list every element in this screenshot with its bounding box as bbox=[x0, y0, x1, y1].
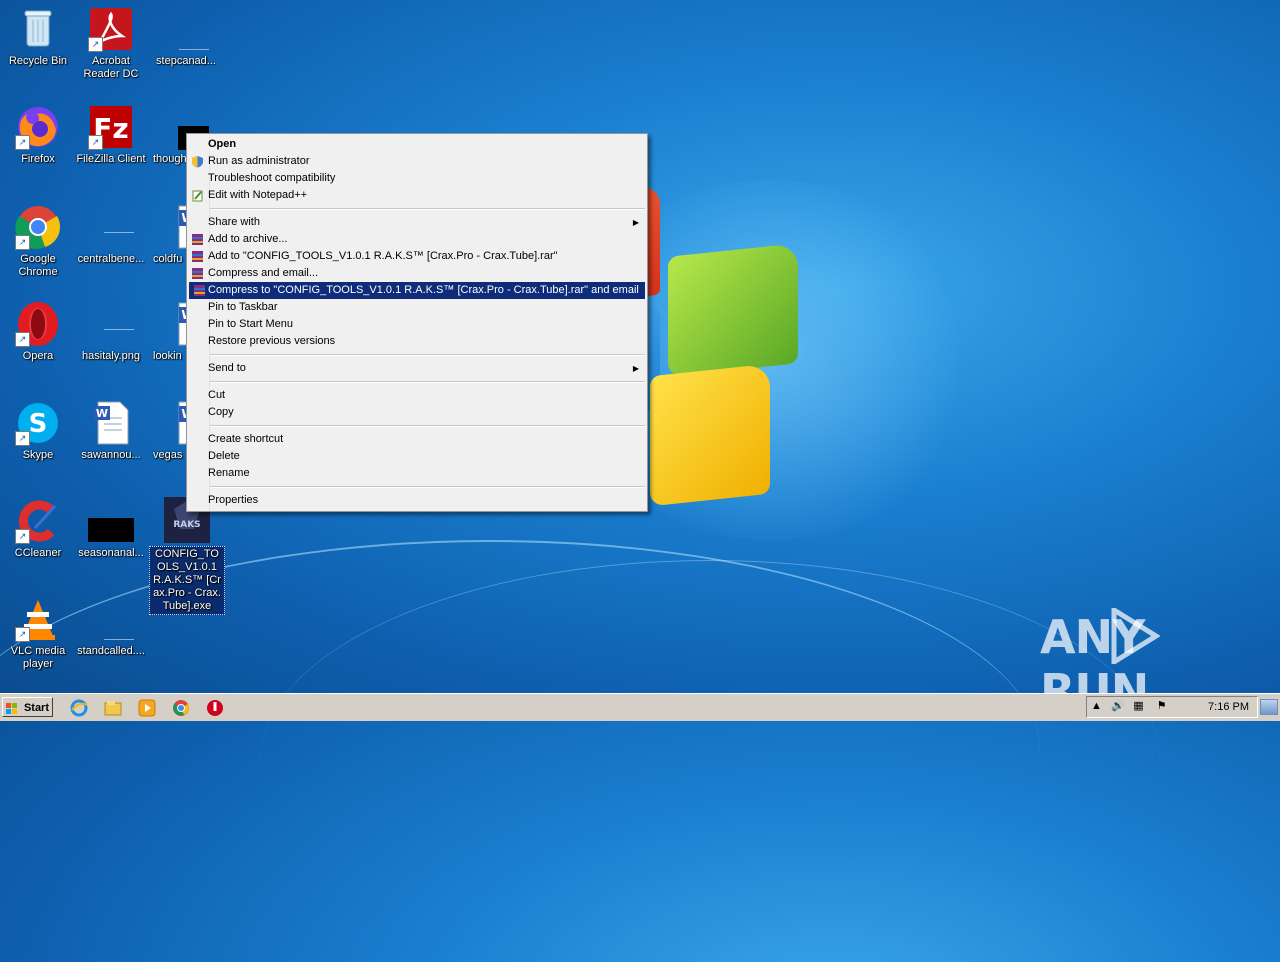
menu-item-send-to[interactable]: Send to ▶ bbox=[187, 360, 647, 377]
desktop-icon-sawannou[interactable]: W sawannou... bbox=[73, 400, 149, 462]
skype-icon: S ↗ bbox=[15, 400, 61, 446]
menu-item-properties[interactable]: Properties bbox=[187, 492, 647, 509]
chrome-icon[interactable] bbox=[172, 699, 190, 717]
action-center-flag-icon[interactable]: ⚑ bbox=[1155, 700, 1168, 713]
submenu-arrow-icon: ▶ bbox=[632, 218, 639, 227]
desktop-icon-seasonanal[interactable]: seasonanal... bbox=[73, 498, 149, 560]
menu-item-compress-and-email[interactable]: Compress and email... bbox=[187, 265, 647, 282]
menu-item-open[interactable]: Open bbox=[187, 136, 647, 153]
menu-item-cut[interactable]: Cut bbox=[187, 387, 647, 404]
menu-item-restore-previous-versions[interactable]: Restore previous versions bbox=[187, 333, 647, 350]
filezilla-icon: Fz ↗ bbox=[88, 104, 134, 150]
firefox-icon: ↗ bbox=[15, 104, 61, 150]
menu-item-edit-notepadpp[interactable]: Edit with Notepad++ bbox=[187, 187, 647, 204]
desktop-icon-centralbene[interactable]: centralbene... bbox=[73, 204, 149, 266]
media-player-icon[interactable] bbox=[138, 699, 156, 717]
ie-icon[interactable] bbox=[70, 699, 88, 717]
desktop-icon-skype[interactable]: S ↗ Skype bbox=[0, 400, 76, 462]
desktop-icon-config-tools[interactable]: RAKS CONFIG_TOOLS_V1.0.1 R.A.K.S™ [Crax.… bbox=[149, 497, 225, 615]
image-file-icon bbox=[88, 301, 134, 347]
desktop-icon-vlc[interactable]: ↗ VLC media player bbox=[0, 596, 76, 671]
context-menu: Open Run as administrator Troubleshoot c… bbox=[186, 133, 648, 512]
svg-text:W: W bbox=[96, 407, 108, 420]
desktop-icon-recycle-bin[interactable]: Recycle Bin bbox=[0, 6, 76, 68]
file-icon bbox=[163, 6, 209, 52]
start-button[interactable]: Start bbox=[2, 697, 53, 717]
menu-separator bbox=[209, 486, 645, 488]
winrar-icon bbox=[191, 267, 204, 280]
acrobat-icon: ↗ bbox=[88, 6, 134, 52]
menu-item-add-to-archive[interactable]: Add to archive... bbox=[187, 231, 647, 248]
menu-separator bbox=[209, 208, 645, 210]
antivirus-icon[interactable] bbox=[206, 699, 224, 717]
menu-item-delete[interactable]: Delete bbox=[187, 448, 647, 465]
desktop-icon-filezilla[interactable]: Fz ↗ FileZilla Client bbox=[73, 104, 149, 166]
desktop-icon-stepcanad[interactable]: stepcanad... bbox=[148, 6, 224, 68]
chrome-icon: ↗ bbox=[15, 204, 61, 250]
desktop-icon-firefox[interactable]: ↗ Firefox bbox=[0, 104, 76, 166]
desktop-icon-opera[interactable]: ↗ Opera bbox=[0, 301, 76, 363]
svg-text:RAKS: RAKS bbox=[173, 520, 200, 530]
menu-item-create-shortcut[interactable]: Create shortcut bbox=[187, 431, 647, 448]
menu-item-run-as-administrator[interactable]: Run as administrator bbox=[187, 153, 647, 170]
system-tray: ▲ 🔊 ▦ ⚑ 7:16 PM bbox=[1086, 696, 1258, 718]
winrar-icon bbox=[191, 233, 204, 246]
recycle-bin-icon bbox=[15, 6, 61, 52]
winrar-icon bbox=[191, 250, 204, 263]
word-document-icon: W bbox=[88, 400, 134, 446]
menu-item-compress-to-rar-and-email[interactable]: Compress to "CONFIG_TOOLS_V1.0.1 R.A.K.S… bbox=[189, 282, 645, 299]
play-logo-icon bbox=[1111, 608, 1160, 664]
menu-item-pin-to-taskbar[interactable]: Pin to Taskbar bbox=[187, 299, 647, 316]
clock[interactable]: 7:16 PM bbox=[1208, 697, 1249, 717]
menu-item-troubleshoot[interactable]: Troubleshoot compatibility bbox=[187, 170, 647, 187]
uac-shield-icon bbox=[191, 155, 204, 168]
desktop-icon-hasitaly[interactable]: hasitaly.png bbox=[73, 301, 149, 363]
menu-item-copy[interactable]: Copy bbox=[187, 404, 647, 421]
file-icon bbox=[88, 596, 134, 642]
menu-separator bbox=[209, 354, 645, 356]
network-icon[interactable]: ▦ bbox=[1132, 700, 1145, 713]
menu-item-add-to-rar[interactable]: Add to "CONFIG_TOOLS_V1.0.1 R.A.K.S™ [Cr… bbox=[187, 248, 647, 265]
show-hidden-icons-icon[interactable]: ▲ bbox=[1090, 700, 1103, 713]
desktop-icon-chrome[interactable]: ↗ Google Chrome bbox=[0, 204, 76, 279]
menu-item-share-with[interactable]: Share with ▶ bbox=[187, 214, 647, 231]
windows-logo-icon bbox=[6, 702, 18, 714]
notepadpp-icon bbox=[191, 189, 204, 202]
desktop-icon-ccleaner[interactable]: ↗ CCleaner bbox=[0, 498, 76, 560]
file-icon bbox=[88, 498, 134, 544]
volume-icon[interactable]: 🔊 bbox=[1111, 700, 1125, 713]
taskbar: Start ▲ 🔊 ▦ ⚑ 7:16 PM bbox=[0, 693, 1280, 721]
submenu-arrow-icon: ▶ bbox=[632, 364, 639, 373]
file-icon bbox=[88, 204, 134, 250]
winrar-icon bbox=[193, 284, 206, 297]
menu-item-rename[interactable]: Rename bbox=[187, 465, 647, 482]
vlc-icon: ↗ bbox=[15, 596, 61, 642]
desktop-icon-acrobat[interactable]: ↗ Acrobat Reader DC bbox=[73, 6, 149, 81]
opera-icon: ↗ bbox=[15, 301, 61, 347]
menu-item-pin-to-start-menu[interactable]: Pin to Start Menu bbox=[187, 316, 647, 333]
menu-separator bbox=[209, 381, 645, 383]
desktop-icon-standcalled[interactable]: standcalled.... bbox=[73, 596, 149, 658]
explorer-icon[interactable] bbox=[104, 699, 122, 717]
show-desktop-button[interactable] bbox=[1260, 699, 1278, 715]
svg-text:S: S bbox=[29, 409, 48, 439]
menu-separator bbox=[209, 425, 645, 427]
ccleaner-icon: ↗ bbox=[15, 498, 61, 544]
